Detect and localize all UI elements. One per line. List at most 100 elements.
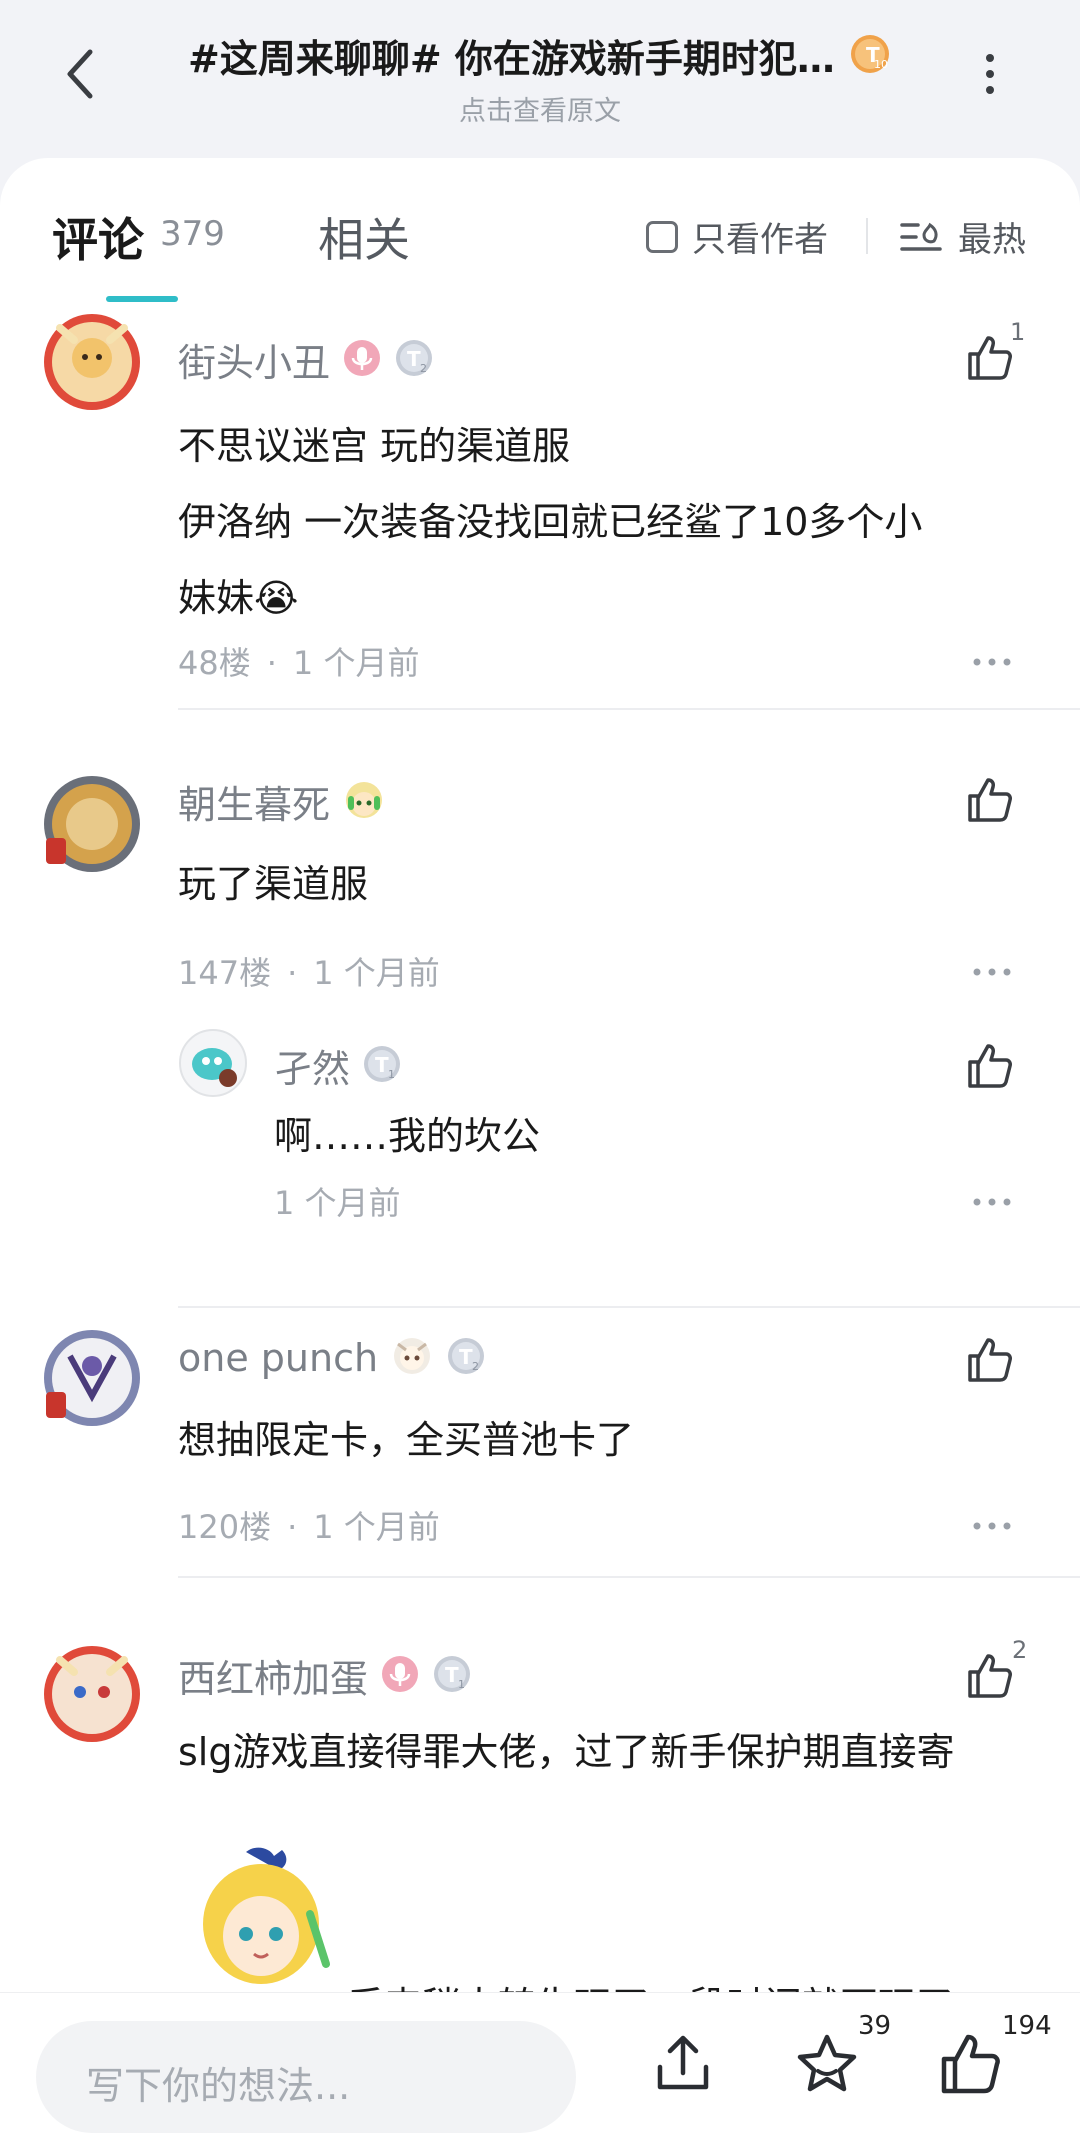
share-button[interactable]	[648, 2029, 718, 2099]
share-icon	[657, 2035, 709, 2090]
svg-text:T: T	[407, 347, 421, 371]
comment-text: 玩了渠道服	[178, 846, 1038, 922]
view-original-link[interactable]: 点击查看原文	[150, 89, 930, 128]
svg-text:T: T	[375, 1053, 389, 1077]
post-like-count: 194	[1002, 2011, 1052, 2041]
comment-line: 妹妹😭	[178, 576, 299, 620]
thumbs-up-icon	[968, 1044, 1012, 1088]
like-button[interactable]	[964, 774, 1016, 826]
comment-line: 玩了渠道服	[178, 862, 369, 906]
sort-hot-icon	[900, 222, 942, 251]
floor-number: 147楼	[178, 954, 272, 992]
reply-like-button[interactable]	[964, 1040, 1016, 1092]
floor-number: 120楼	[178, 1508, 272, 1546]
reply-avatar[interactable]	[178, 1028, 248, 1098]
only-author-label: 只看作者	[692, 220, 828, 260]
chevron-left-icon	[67, 49, 93, 99]
avatar[interactable]	[40, 772, 144, 876]
comment-line: 伊洛纳 一次装备没找回就已经鲨了10多个小	[178, 500, 923, 544]
comment-input-placeholder: 写下你的想法...	[86, 2064, 351, 2108]
divider	[866, 218, 868, 254]
comment-text: 不思议迷宫 玩的渠道服 伊洛纳 一次装备没找回就已经鲨了10多个小 妹妹😭	[178, 408, 1038, 636]
sticker-image[interactable]	[186, 1844, 336, 1994]
comment-meta: 120楼 · 1 个月前	[178, 1508, 440, 1546]
like-button[interactable]	[964, 1650, 1016, 1702]
timestamp: 1 个月前	[292, 644, 420, 682]
comments-card: 评论 379 相关 只看作者 最热 街头小丑 T2 1 不思议迷宫 玩的渠道服 …	[0, 158, 1080, 1998]
comment-more-button[interactable]	[972, 962, 1012, 976]
checkbox-icon	[646, 220, 678, 253]
like-button[interactable]	[964, 332, 1016, 384]
svg-text:2: 2	[472, 1360, 479, 1373]
post-title[interactable]: #这周来聊聊# 你在游戏新手期时犯…	[188, 28, 835, 83]
horizontal-dots-icon	[973, 658, 1011, 666]
avatar[interactable]	[40, 1642, 144, 1746]
avatar[interactable]	[40, 1326, 144, 1430]
tab-bar: 评论 379 相关 只看作者 最热	[0, 158, 1080, 302]
floor-number: 48楼	[178, 644, 251, 682]
username[interactable]: one punch	[178, 1336, 378, 1380]
username[interactable]: 西红柿加蛋	[178, 1648, 368, 1703]
thumbs-up-icon	[968, 1654, 1012, 1698]
like-button[interactable]	[964, 1334, 1016, 1386]
thumbs-up-icon	[968, 1338, 1012, 1382]
level-badge-icon: T1	[362, 1044, 406, 1088]
only-author-toggle[interactable]: 只看作者	[646, 212, 828, 261]
username-row: 朝生暮死	[178, 774, 386, 829]
like-count: 2	[1012, 1636, 1028, 1664]
divider	[178, 1306, 1080, 1308]
like-count: 1	[1010, 318, 1026, 346]
comment-text: slg游戏直接得罪大佬，过了新手保护期直接寄	[178, 1714, 1058, 1790]
thumbs-up-icon	[968, 336, 1012, 380]
level-badge-icon: T2	[446, 1336, 490, 1380]
back-button[interactable]	[56, 44, 104, 104]
divider	[178, 1576, 1080, 1578]
reply-username[interactable]: 孑然	[274, 1038, 350, 1093]
tab-related[interactable]: 相关	[318, 204, 410, 270]
top-header: #这周来聊聊# 你在游戏新手期时犯… T 10 点击查看原文	[0, 0, 1080, 160]
reply-more-button[interactable]	[972, 1192, 1012, 1206]
timestamp: 1 个月前	[313, 954, 440, 992]
thumbs-up-icon	[941, 2034, 1000, 2094]
mic-badge-icon	[380, 1654, 420, 1698]
tab-comments[interactable]: 评论	[52, 204, 144, 270]
username[interactable]: 街头小丑	[178, 332, 330, 387]
comment-input[interactable]: 写下你的想法...	[36, 2021, 576, 2133]
comment-text: 想抽限定卡，全买普池卡了	[178, 1402, 1038, 1478]
svg-text:T: T	[459, 1345, 473, 1369]
username-row: 西红柿加蛋 T1	[178, 1648, 476, 1703]
more-options-button[interactable]	[980, 52, 1000, 96]
svg-text:1: 1	[388, 1068, 395, 1081]
svg-text:T: T	[445, 1663, 459, 1687]
svg-text:10: 10	[874, 58, 888, 71]
comment-more-button[interactable]	[972, 1516, 1012, 1530]
mic-badge-icon	[342, 338, 382, 382]
bottom-action-bar: 写下你的想法... 39 194	[0, 1992, 1080, 2140]
reply-timestamp: 1 个月前	[274, 1184, 401, 1222]
level-badge-icon: T 10	[848, 32, 892, 80]
vertical-dots-icon	[986, 54, 994, 94]
username-row: 街头小丑 T2	[178, 332, 438, 387]
sort-button[interactable]: 最热	[900, 212, 1026, 261]
character-badge-icon	[390, 1334, 434, 1382]
comment-more-button[interactable]	[972, 652, 1012, 666]
comment-meta: 48楼 · 1 个月前	[178, 644, 420, 682]
comment-meta: 147楼 · 1 个月前	[178, 954, 440, 992]
username[interactable]: 朝生暮死	[178, 774, 330, 829]
horizontal-dots-icon	[973, 1198, 1011, 1206]
reply-text: 啊……我的坎公	[274, 1114, 541, 1158]
reply-username-row: 孑然 T1	[274, 1038, 406, 1093]
favorite-count: 39	[858, 2011, 892, 2041]
level-badge-icon: T2	[394, 338, 438, 382]
post-like-button[interactable]	[936, 2029, 1006, 2099]
divider	[178, 708, 1080, 710]
horizontal-dots-icon	[973, 1522, 1011, 1530]
post-title-area[interactable]: #这周来聊聊# 你在游戏新手期时犯… T 10 点击查看原文	[150, 28, 930, 128]
active-tab-indicator	[106, 296, 178, 302]
horizontal-dots-icon	[973, 968, 1011, 976]
sort-label: 最热	[958, 220, 1026, 260]
comment-line: 想抽限定卡，全买普池卡了	[178, 1418, 635, 1462]
comment-line: 不思议迷宫 玩的渠道服	[178, 424, 571, 468]
avatar[interactable]	[40, 310, 144, 414]
favorite-button[interactable]	[792, 2029, 862, 2099]
